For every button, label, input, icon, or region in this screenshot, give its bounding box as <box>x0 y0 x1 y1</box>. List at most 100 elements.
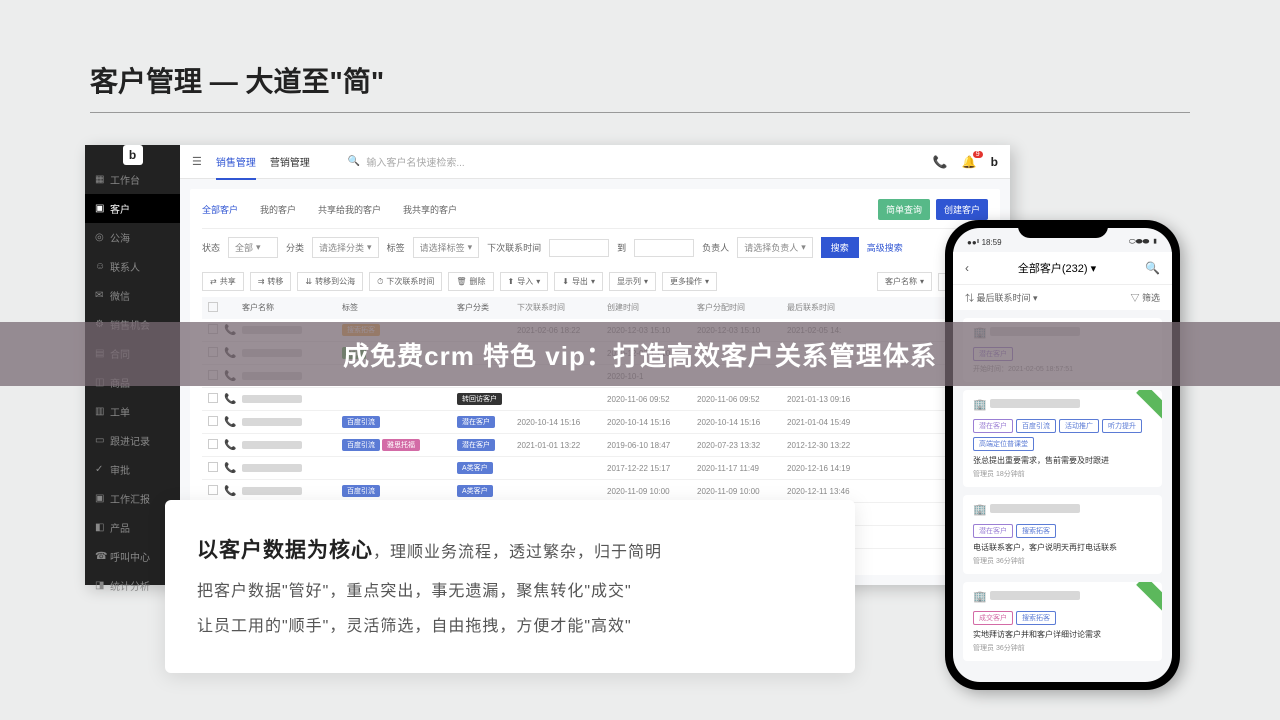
table-row[interactable]: 📞 转回访客户 2020-11-06 09:52 2020-11-06 09:5… <box>202 388 988 411</box>
delete-button[interactable]: 🗑 删除 <box>448 272 493 291</box>
tags: 百度引流 <box>342 416 457 428</box>
phone-icon[interactable]: 📞 <box>224 463 242 474</box>
phone-notch <box>1018 220 1108 238</box>
display-button[interactable]: 显示列 ▾ <box>609 272 656 291</box>
table-row[interactable]: 📞 百度引流雅思托福 潜在客户 2021-01-01 13:22 2019-06… <box>202 434 988 457</box>
category: 潜在客户 <box>457 439 517 451</box>
select-all-checkbox[interactable] <box>208 302 218 312</box>
next-time-button[interactable]: ⏱ 下次联系时间 <box>369 272 442 291</box>
page-title: 客户管理 — 大道至"简" <box>90 60 1190 100</box>
name-col-select[interactable]: 客户名称 ▾ <box>877 272 932 291</box>
row-checkbox[interactable] <box>208 393 218 403</box>
sidebar-icon: ▭ <box>95 435 105 446</box>
status-select[interactable]: 全部 ▾ <box>228 237 278 258</box>
sidebar-item-工单[interactable]: ▥工单 <box>85 397 180 426</box>
advanced-search-link[interactable]: 高级搜索 <box>867 241 903 254</box>
row-checkbox[interactable] <box>208 416 218 426</box>
phone-card[interactable]: 🏢 潜在客户百度引流活动推广听力提升高端定位普课堂 张总提出重要需求，售前需要及… <box>963 390 1162 487</box>
phone-icon[interactable]: 📞 <box>933 155 948 169</box>
tab-我的客户[interactable]: 我的客户 <box>260 205 296 215</box>
phone-screen: ●●ᴵᴵ 18:59 ⬭⬬⬬ ▮ ‹ 全部客户(232) ▾ 🔍 ⇅ 最后联系时… <box>953 228 1172 682</box>
import-button[interactable]: ⬆ 导入 ▾ <box>500 272 549 291</box>
table-row[interactable]: 📞 A类客户 2017-12-22 15:17 2020-11-17 11:49… <box>202 457 988 480</box>
sidebar-icon: ✓ <box>95 464 105 475</box>
phone-sort[interactable]: ⇅ 最后联系时间 ▾ <box>965 291 1038 304</box>
sidebar-item-审批[interactable]: ✓审批 <box>85 455 180 484</box>
phone-icon[interactable]: 📞 <box>224 486 242 497</box>
sidebar-item-跟进记录[interactable]: ▭跟进记录 <box>85 426 180 455</box>
search-button[interactable]: 搜索 <box>821 237 859 258</box>
sidebar-label: 产品 <box>110 520 130 535</box>
bell-icon[interactable]: 🔔9 <box>962 155 977 169</box>
created-time: 2019-06-10 18:47 <box>607 441 697 450</box>
phone-mockup: ●●ᴵᴵ 18:59 ⬭⬬⬬ ▮ ‹ 全部客户(232) ▾ 🔍 ⇅ 最后联系时… <box>945 220 1180 690</box>
assigned-time: 2020-07-23 13:32 <box>697 441 787 450</box>
date-from-input[interactable] <box>549 239 609 257</box>
phone-icon[interactable]: 📞 <box>224 394 242 405</box>
back-icon[interactable]: ‹ <box>965 261 969 275</box>
transfer-button[interactable]: ⇉ 转移 <box>250 272 292 291</box>
simple-query-button[interactable]: 简单查询 <box>878 199 930 220</box>
phone-title: 全部客户(232) ▾ <box>979 260 1135 276</box>
share-button[interactable]: ⇄ 共享 <box>202 272 244 291</box>
owner-select[interactable]: 请选择负责人 ▾ <box>737 237 813 258</box>
sidebar-item-微信[interactable]: ✉微信 <box>85 281 180 310</box>
last-time: 2021-01-04 15:49 <box>787 418 877 427</box>
card-desc: 电话联系客户，客户说明天再打电话联系 <box>973 542 1152 553</box>
more-button[interactable]: 更多操作 ▾ <box>662 272 717 291</box>
last-time: 2020-12-16 14:19 <box>787 464 877 473</box>
toolbar-row: ⇄ 共享 ⇉ 转移 ⇊ 转移到公海 ⏱ 下次联系时间 🗑 删除 ⬆ 导入 ▾ ⬇… <box>202 266 988 297</box>
sidebar-label: 客户 <box>110 201 130 216</box>
phone-card[interactable]: 🏢 成交客户搜索拓客 实地拜访客户并和客户详细讨论需求 管理员 36分钟前 <box>963 582 1162 661</box>
lead-text: 以客户数据为核心 <box>197 539 373 562</box>
create-customer-button[interactable]: 创建客户 <box>936 199 988 220</box>
global-search[interactable]: 🔍 输入客户名快速检索... <box>348 154 465 169</box>
status-label: 状态 <box>202 241 220 254</box>
tab-我共享的客户[interactable]: 我共享的客户 <box>403 205 457 215</box>
brand-icon[interactable]: b <box>991 155 998 169</box>
tags: 百度引流 <box>342 485 457 497</box>
to-label: 到 <box>617 241 626 254</box>
last-time: 2020-12-11 13:46 <box>787 487 877 496</box>
tab-共享给我的客户[interactable]: 共享给我的客户 <box>318 205 381 215</box>
customer-name <box>242 418 302 426</box>
chevron-down-icon: ▾ <box>367 242 372 253</box>
tab-全部客户[interactable]: 全部客户 <box>202 205 238 215</box>
sidebar-item-工作台[interactable]: ▦工作台 <box>85 165 180 194</box>
phone-icon[interactable]: 📞 <box>224 440 242 451</box>
sidebar-icon: ▣ <box>95 493 105 504</box>
sidebar-label: 工作台 <box>110 172 140 187</box>
top-nav-销售管理[interactable]: 销售管理 <box>216 149 256 180</box>
tag-select[interactable]: 请选择标签 ▾ <box>413 237 480 258</box>
sidebar-item-公海[interactable]: ◎公海 <box>85 223 180 252</box>
row-checkbox[interactable] <box>208 439 218 449</box>
to-pool-button[interactable]: ⇊ 转移到公海 <box>297 272 363 291</box>
tags: 百度引流雅思托福 <box>342 439 457 451</box>
phone-card[interactable]: 🏢 潜在客户搜索拓客 电话联系客户，客户说明天再打电话联系 管理员 36分钟前 <box>963 495 1162 574</box>
row-checkbox[interactable] <box>208 462 218 472</box>
search-icon: 🔍 <box>348 156 360 167</box>
company-icon: 🏢 <box>973 590 1152 603</box>
category-select[interactable]: 请选择分类 ▾ <box>312 237 379 258</box>
table-row[interactable]: 📞 百度引流 潜在客户 2020-10-14 15:16 2020-10-14 … <box>202 411 988 434</box>
sidebar-item-客户[interactable]: ▣客户 <box>85 194 180 223</box>
search-icon[interactable]: 🔍 <box>1145 261 1160 275</box>
top-nav-营销管理[interactable]: 营销管理 <box>270 149 310 178</box>
assigned-time: 2020-10-14 15:16 <box>697 418 787 427</box>
export-button[interactable]: ⬇ 导出 ▾ <box>554 272 603 291</box>
phone-filter[interactable]: ▽ 筛选 <box>1130 291 1160 304</box>
tabs-row: 全部客户 我的客户 共享给我的客户 我共享的客户 简单查询 创建客户 <box>202 199 988 229</box>
sidebar-label: 微信 <box>110 288 130 303</box>
sidebar-label: 统计分析 <box>110 578 150 593</box>
date-to-input[interactable] <box>634 239 694 257</box>
row-checkbox[interactable] <box>208 485 218 495</box>
sidebar-item-联系人[interactable]: ☺联系人 <box>85 252 180 281</box>
line2: 把客户数据"管好"，重点突出，事无遗漏，聚焦转化"成交" <box>197 574 823 609</box>
phone-signal: ●●ᴵᴵ 18:59 <box>967 238 1002 247</box>
sidebar-label: 公海 <box>110 230 130 245</box>
phone-icon[interactable]: 📞 <box>224 417 242 428</box>
card-meta: 管理员 36分钟前 <box>973 556 1152 566</box>
assigned-time: 2020-11-17 11:49 <box>697 464 787 473</box>
hamburger-icon[interactable]: ☰ <box>192 155 202 168</box>
sidebar-logo[interactable]: b <box>85 145 180 165</box>
